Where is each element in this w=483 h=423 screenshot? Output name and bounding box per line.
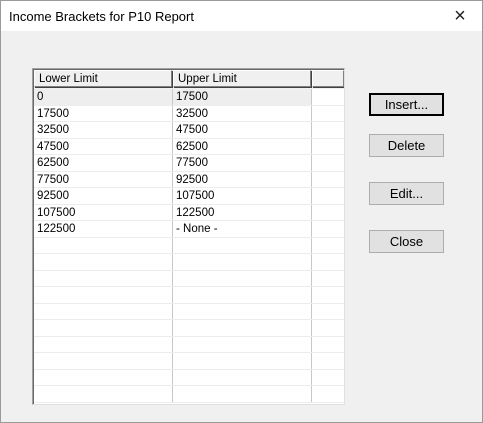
table-row[interactable] [34, 254, 344, 271]
lower-limit-cell: 17500 [34, 105, 173, 121]
lower-limit-cell: 47500 [34, 138, 173, 154]
lower-limit-cell: 32500 [34, 122, 173, 138]
lower-limit-cell [34, 303, 173, 319]
dialog-window: Income Brackets for P10 Report × Lower L… [0, 0, 483, 423]
upper-limit-cell [173, 369, 312, 385]
upper-limit-cell [173, 270, 312, 286]
upper-limit-cell: - None - [173, 221, 312, 237]
table-row[interactable] [34, 353, 344, 370]
empty-cell [312, 221, 344, 237]
table-row[interactable]: 107500 122500 [34, 204, 344, 221]
lower-limit-cell: 122500 [34, 221, 173, 237]
table-row[interactable] [34, 287, 344, 304]
empty-cell [312, 304, 344, 320]
table-row[interactable] [34, 386, 344, 403]
close-icon[interactable]: × [438, 1, 482, 31]
insert-button[interactable]: Insert... [369, 93, 444, 116]
edit-button[interactable]: Edit... [369, 182, 444, 205]
lower-limit-cell [34, 270, 173, 286]
empty-cell [312, 89, 344, 105]
lower-limit-cell [34, 369, 173, 385]
table-row[interactable]: 62500 77500 [34, 155, 344, 172]
upper-limit-cell [173, 237, 312, 253]
upper-limit-cell: 32500 [173, 105, 312, 121]
table-row[interactable]: 32500 47500 [34, 122, 344, 139]
lower-limit-cell [34, 386, 173, 402]
upper-limit-cell: 17500 [173, 89, 312, 105]
table-row[interactable] [34, 303, 344, 320]
upper-limit-cell: 47500 [173, 122, 312, 138]
lower-limit-cell [34, 353, 173, 369]
table-row[interactable] [34, 369, 344, 386]
lower-limit-cell [34, 237, 173, 253]
empty-cell [312, 287, 344, 303]
upper-limit-cell: 77500 [173, 155, 312, 171]
title-bar: Income Brackets for P10 Report × [1, 1, 482, 31]
empty-cell [312, 205, 344, 221]
table-row[interactable] [34, 336, 344, 353]
empty-cell [312, 188, 344, 204]
column-header-empty[interactable] [312, 70, 344, 87]
upper-limit-cell [173, 336, 312, 352]
table-row[interactable]: 122500- None - [34, 221, 344, 238]
empty-cell [312, 386, 344, 402]
table-row[interactable]: 77500 92500 [34, 171, 344, 188]
upper-limit-cell [173, 353, 312, 369]
empty-cell [312, 271, 344, 287]
income-brackets-list[interactable]: Lower Limit Upper Limit 0 17500 17500 32500… [32, 68, 345, 405]
upper-limit-cell [173, 320, 312, 336]
upper-limit-cell [173, 254, 312, 270]
empty-cell [312, 155, 344, 171]
delete-button[interactable]: Delete [369, 134, 444, 157]
table-row[interactable] [34, 320, 344, 337]
list-header: Lower Limit Upper Limit [34, 70, 344, 89]
upper-limit-cell [173, 287, 312, 303]
list-rows: 0 17500 17500 32500 32500 47500 47500 62500 6250… [34, 89, 344, 404]
empty-cell [312, 337, 344, 353]
table-row[interactable] [34, 237, 344, 254]
column-header-upper-limit[interactable]: Upper Limit [173, 70, 311, 87]
table-row[interactable] [34, 270, 344, 287]
lower-limit-cell: 77500 [34, 171, 173, 187]
table-row[interactable]: 17500 32500 [34, 105, 344, 122]
lower-limit-cell [34, 320, 173, 336]
empty-cell [312, 122, 344, 138]
upper-limit-cell [173, 386, 312, 402]
empty-cell [312, 370, 344, 386]
empty-cell [312, 106, 344, 122]
empty-cell [312, 320, 344, 336]
lower-limit-cell [34, 254, 173, 270]
close-button[interactable]: Close [369, 230, 444, 253]
lower-limit-cell: 92500 [34, 188, 173, 204]
lower-limit-cell: 0 [34, 89, 173, 105]
upper-limit-cell: 122500 [173, 204, 312, 220]
table-row[interactable]: 0 17500 [34, 89, 344, 106]
empty-cell [312, 254, 344, 270]
empty-cell [312, 238, 344, 254]
upper-limit-cell: 62500 [173, 138, 312, 154]
upper-limit-cell [173, 303, 312, 319]
table-row[interactable]: 47500 62500 [34, 138, 344, 155]
lower-limit-cell [34, 287, 173, 303]
window-title: Income Brackets for P10 Report [9, 9, 194, 24]
lower-limit-cell [34, 336, 173, 352]
lower-limit-cell: 107500 [34, 204, 173, 220]
empty-cell [312, 353, 344, 369]
column-header-lower-limit[interactable]: Lower Limit [34, 70, 172, 87]
upper-limit-cell: 107500 [173, 188, 312, 204]
table-row[interactable]: 92500 107500 [34, 188, 344, 205]
empty-cell [312, 139, 344, 155]
empty-cell [312, 172, 344, 188]
lower-limit-cell: 62500 [34, 155, 173, 171]
upper-limit-cell: 92500 [173, 171, 312, 187]
